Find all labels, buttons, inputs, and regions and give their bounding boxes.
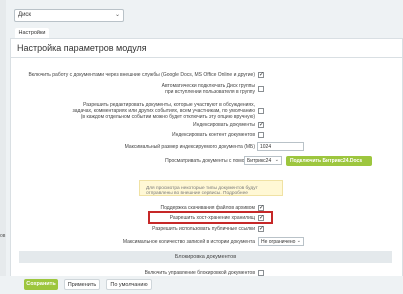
external-services-label: Включить работу с документами через внеш… [28,72,255,78]
allow-edit-label-3: (в каждом отдельном событии можно будет … [80,114,255,120]
page-title: Настройка параметров модуля [17,43,147,53]
tab-bar: Настройки [10,26,403,38]
left-sidebar-edge: ов [0,0,6,294]
chevron-down-icon: ⌄ [114,12,120,18]
view-docs-select[interactable]: Битрикс24 ⌄ [244,156,282,165]
connect-docs-button[interactable]: Подключить Битрикс24.Docs [286,156,372,166]
notice-banner: Для просмотра некоторые типы документов … [139,180,283,196]
default-button[interactable]: По умолчанию [106,279,152,290]
view-docs-label: Просматривать документы с помощью [165,158,255,164]
index-content-label: Индексировать контент документов [172,132,255,138]
max-index-size-label: Максимальный размер индексируемого докум… [124,144,255,150]
divider [11,57,402,58]
auto-connect-checkbox[interactable] [258,86,264,92]
max-index-size-input[interactable]: 1024 [257,142,304,151]
chevron-down-icon: ⌄ [274,157,279,163]
index-docs-checkbox[interactable] [258,121,264,128]
allow-public-links-checkbox[interactable] [258,225,264,232]
external-services-checkbox[interactable] [258,71,264,78]
apply-button[interactable]: Применить [64,279,100,290]
max-history-select-value: Не ограничено [261,239,296,245]
sidebar-fragment: ов [0,233,6,239]
chevron-down-icon: ⌄ [296,238,301,244]
allow-edit-checkbox[interactable] [258,108,264,114]
module-select[interactable]: Диск ⌄ [14,9,124,22]
index-docs-label: Индексировать документы [193,122,255,128]
footer-bar: Сохранить Применить По умолчанию [0,276,403,294]
highlight-frame [148,211,273,224]
index-content-checkbox[interactable] [258,132,264,138]
max-history-label: Максимальное количество записей в истори… [122,239,255,245]
section-locking-header: Блокировка документов [19,251,392,263]
max-history-select[interactable]: Не ограничено ⌄ [258,237,304,246]
tab-settings[interactable]: Настройки [15,28,49,38]
save-button[interactable]: Сохранить [24,279,58,290]
view-docs-select-value: Битрикс24 [247,158,272,164]
module-select-value: Диск [18,12,32,18]
allow-public-links-label: Разрешить использовать публичные ссылки [152,226,255,232]
settings-panel: Настройка параметров модуля Включить раб… [10,38,403,284]
auto-connect-label-2: при вступлении пользователя в группу [165,89,255,95]
